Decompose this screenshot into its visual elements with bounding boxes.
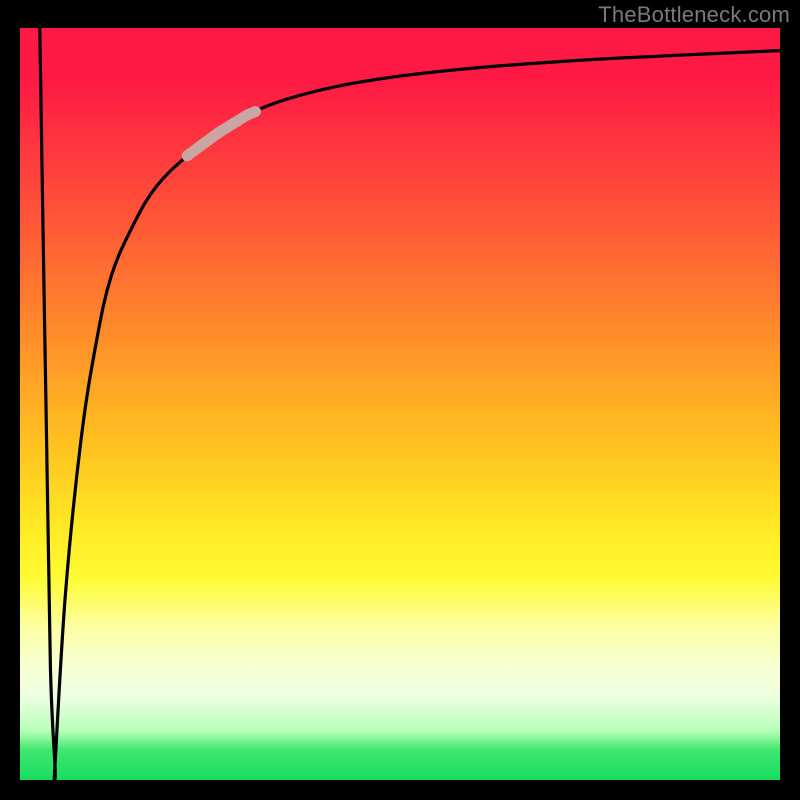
bottleneck-curve (40, 28, 780, 780)
attribution-label: TheBottleneck.com (598, 2, 790, 28)
chart-stage: TheBottleneck.com (0, 0, 800, 800)
plot-area (20, 28, 780, 780)
curve-layer (20, 28, 780, 780)
highlight-segment (187, 112, 255, 156)
